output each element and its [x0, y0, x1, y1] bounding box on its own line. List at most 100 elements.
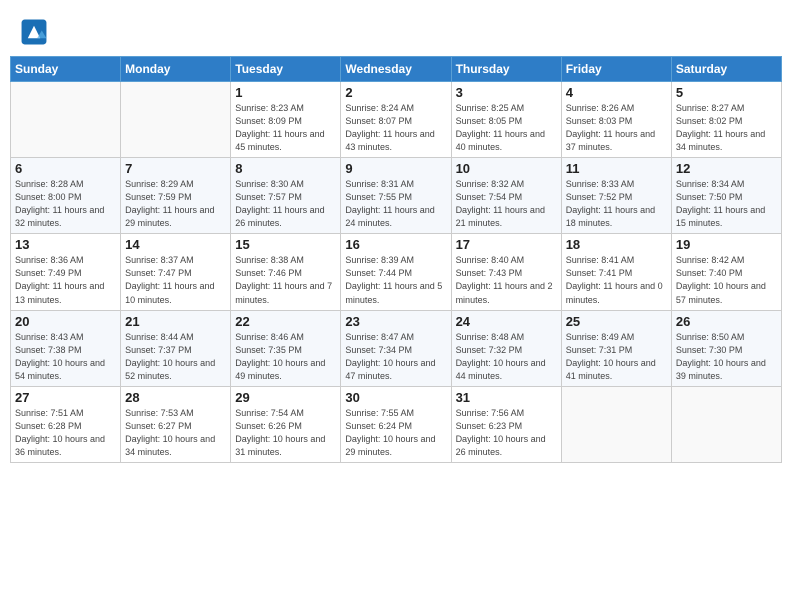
- calendar-cell: 18 Sunrise: 8:41 AM Sunset: 7:41 PM Dayli…: [561, 234, 671, 310]
- calendar-cell: 17 Sunrise: 8:40 AM Sunset: 7:43 PM Dayli…: [451, 234, 561, 310]
- calendar-cell: 1 Sunrise: 8:23 AM Sunset: 8:09 PM Daylig…: [231, 82, 341, 158]
- day-number: 13: [15, 237, 116, 252]
- calendar-cell: 15Sunrise: 8:38 AM Sunset: 7:46 PM Dayli…: [231, 234, 341, 310]
- day-number: 31: [456, 390, 557, 405]
- day-info: Sunrise: 8:30 AM Sunset: 7:57 PM Dayligh…: [235, 178, 336, 230]
- calendar-cell: 12 Sunrise: 8:34 AM Sunset: 7:50 PM Dayli…: [671, 158, 781, 234]
- day-info: Sunrise: 8:25 AM Sunset: 8:05 PM Dayligh…: [456, 102, 557, 154]
- calendar-cell: 6 Sunrise: 8:28 AM Sunset: 8:00 PM Daylig…: [11, 158, 121, 234]
- calendar-cell: 11 Sunrise: 8:33 AM Sunset: 7:52 PM Dayli…: [561, 158, 671, 234]
- day-number: 27: [15, 390, 116, 405]
- calendar-cell: 19 Sunrise: 8:42 AM Sunset: 7:40 PM Dayli…: [671, 234, 781, 310]
- logo: [20, 18, 50, 46]
- calendar-cell: [121, 82, 231, 158]
- day-number: 19: [676, 237, 777, 252]
- day-info: Sunrise: 8:28 AM Sunset: 8:00 PM Dayligh…: [15, 178, 116, 230]
- day-number: 9: [345, 161, 446, 176]
- calendar-cell: [11, 82, 121, 158]
- calendar-cell: 20 Sunrise: 8:43 AM Sunset: 7:38 PM Dayli…: [11, 310, 121, 386]
- day-info: Sunrise: 8:33 AM Sunset: 7:52 PM Dayligh…: [566, 178, 667, 230]
- day-info: Sunrise: 8:42 AM Sunset: 7:40 PM Dayligh…: [676, 254, 777, 306]
- calendar-cell: 5 Sunrise: 8:27 AM Sunset: 8:02 PM Daylig…: [671, 82, 781, 158]
- calendar-cell: 30Sunrise: 7:55 AM Sunset: 6:24 PM Dayli…: [341, 386, 451, 462]
- page-header: [10, 10, 782, 50]
- day-of-week-header: Thursday: [451, 57, 561, 82]
- calendar-cell: 14 Sunrise: 8:37 AM Sunset: 7:47 PM Dayli…: [121, 234, 231, 310]
- day-of-week-header: Wednesday: [341, 57, 451, 82]
- day-number: 10: [456, 161, 557, 176]
- calendar-cell: 7 Sunrise: 8:29 AM Sunset: 7:59 PM Daylig…: [121, 158, 231, 234]
- day-number: 3: [456, 85, 557, 100]
- day-number: 12: [676, 161, 777, 176]
- day-number: 14: [125, 237, 226, 252]
- day-info: Sunrise: 8:37 AM Sunset: 7:47 PM Dayligh…: [125, 254, 226, 306]
- day-info: Sunrise: 8:39 AM Sunset: 7:44 PM Dayligh…: [345, 254, 446, 306]
- day-number: 26: [676, 314, 777, 329]
- calendar-cell: 16 Sunrise: 8:39 AM Sunset: 7:44 PM Dayli…: [341, 234, 451, 310]
- day-number: 2: [345, 85, 446, 100]
- day-info: Sunrise: 7:54 AM Sunset: 6:26 PM Dayligh…: [235, 407, 336, 459]
- day-info: Sunrise: 8:23 AM Sunset: 8:09 PM Dayligh…: [235, 102, 336, 154]
- day-info: Sunrise: 8:34 AM Sunset: 7:50 PM Dayligh…: [676, 178, 777, 230]
- logo-icon: [20, 18, 48, 46]
- day-info: Sunrise: 8:27 AM Sunset: 8:02 PM Dayligh…: [676, 102, 777, 154]
- day-info: Sunrise: 8:41 AM Sunset: 7:41 PM Dayligh…: [566, 254, 667, 306]
- day-number: 1: [235, 85, 336, 100]
- day-info: Sunrise: 8:44 AM Sunset: 7:37 PM Dayligh…: [125, 331, 226, 383]
- day-info: Sunrise: 7:55 AM Sunset: 6:24 PM Dayligh…: [345, 407, 446, 459]
- calendar-cell: 13 Sunrise: 8:36 AM Sunset: 7:49 PM Dayli…: [11, 234, 121, 310]
- day-info: Sunrise: 8:29 AM Sunset: 7:59 PM Dayligh…: [125, 178, 226, 230]
- day-info: Sunrise: 8:40 AM Sunset: 7:43 PM Dayligh…: [456, 254, 557, 306]
- calendar-cell: [671, 386, 781, 462]
- day-of-week-header: Friday: [561, 57, 671, 82]
- day-number: 22: [235, 314, 336, 329]
- calendar-cell: 29Sunrise: 7:54 AM Sunset: 6:26 PM Dayli…: [231, 386, 341, 462]
- calendar-cell: 10 Sunrise: 8:32 AM Sunset: 7:54 PM Dayli…: [451, 158, 561, 234]
- calendar-cell: 24 Sunrise: 8:48 AM Sunset: 7:32 PM Dayli…: [451, 310, 561, 386]
- calendar-cell: 27 Sunrise: 7:51 AM Sunset: 6:28 PM Dayli…: [11, 386, 121, 462]
- day-of-week-header: Saturday: [671, 57, 781, 82]
- day-of-week-header: Sunday: [11, 57, 121, 82]
- day-number: 16: [345, 237, 446, 252]
- day-number: 24: [456, 314, 557, 329]
- calendar-table: SundayMondayTuesdayWednesdayThursdayFrid…: [10, 56, 782, 463]
- day-number: 8: [235, 161, 336, 176]
- calendar-cell: 28Sunrise: 7:53 AM Sunset: 6:27 PM Dayli…: [121, 386, 231, 462]
- day-number: 18: [566, 237, 667, 252]
- day-number: 15: [235, 237, 336, 252]
- day-number: 11: [566, 161, 667, 176]
- day-number: 20: [15, 314, 116, 329]
- day-info: Sunrise: 8:31 AM Sunset: 7:55 PM Dayligh…: [345, 178, 446, 230]
- day-info: Sunrise: 8:47 AM Sunset: 7:34 PM Dayligh…: [345, 331, 446, 383]
- day-info: Sunrise: 8:32 AM Sunset: 7:54 PM Dayligh…: [456, 178, 557, 230]
- day-info: Sunrise: 7:56 AM Sunset: 6:23 PM Dayligh…: [456, 407, 557, 459]
- day-number: 23: [345, 314, 446, 329]
- day-info: Sunrise: 8:49 AM Sunset: 7:31 PM Dayligh…: [566, 331, 667, 383]
- day-info: Sunrise: 7:51 AM Sunset: 6:28 PM Dayligh…: [15, 407, 116, 459]
- day-number: 6: [15, 161, 116, 176]
- day-of-week-header: Monday: [121, 57, 231, 82]
- day-number: 25: [566, 314, 667, 329]
- calendar-cell: 8 Sunrise: 8:30 AM Sunset: 7:57 PM Daylig…: [231, 158, 341, 234]
- calendar-cell: 26 Sunrise: 8:50 AM Sunset: 7:30 PM Dayli…: [671, 310, 781, 386]
- day-number: 17: [456, 237, 557, 252]
- day-number: 28: [125, 390, 226, 405]
- day-info: Sunrise: 8:36 AM Sunset: 7:49 PM Dayligh…: [15, 254, 116, 306]
- calendar-cell: [561, 386, 671, 462]
- calendar-cell: 3 Sunrise: 8:25 AM Sunset: 8:05 PM Daylig…: [451, 82, 561, 158]
- day-info: Sunrise: 8:48 AM Sunset: 7:32 PM Dayligh…: [456, 331, 557, 383]
- calendar-cell: 23 Sunrise: 8:47 AM Sunset: 7:34 PM Dayli…: [341, 310, 451, 386]
- day-number: 5: [676, 85, 777, 100]
- day-info: Sunrise: 8:43 AM Sunset: 7:38 PM Dayligh…: [15, 331, 116, 383]
- calendar-cell: 21 Sunrise: 8:44 AM Sunset: 7:37 PM Dayli…: [121, 310, 231, 386]
- calendar-cell: 22 Sunrise: 8:46 AM Sunset: 7:35 PM Dayli…: [231, 310, 341, 386]
- day-info: Sunrise: 8:26 AM Sunset: 8:03 PM Dayligh…: [566, 102, 667, 154]
- day-number: 7: [125, 161, 226, 176]
- day-number: 4: [566, 85, 667, 100]
- day-info: Sunrise: 8:24 AM Sunset: 8:07 PM Dayligh…: [345, 102, 446, 154]
- day-of-week-header: Tuesday: [231, 57, 341, 82]
- day-number: 21: [125, 314, 226, 329]
- calendar-cell: 9 Sunrise: 8:31 AM Sunset: 7:55 PM Daylig…: [341, 158, 451, 234]
- day-info: Sunrise: 8:50 AM Sunset: 7:30 PM Dayligh…: [676, 331, 777, 383]
- day-info: Sunrise: 8:46 AM Sunset: 7:35 PM Dayligh…: [235, 331, 336, 383]
